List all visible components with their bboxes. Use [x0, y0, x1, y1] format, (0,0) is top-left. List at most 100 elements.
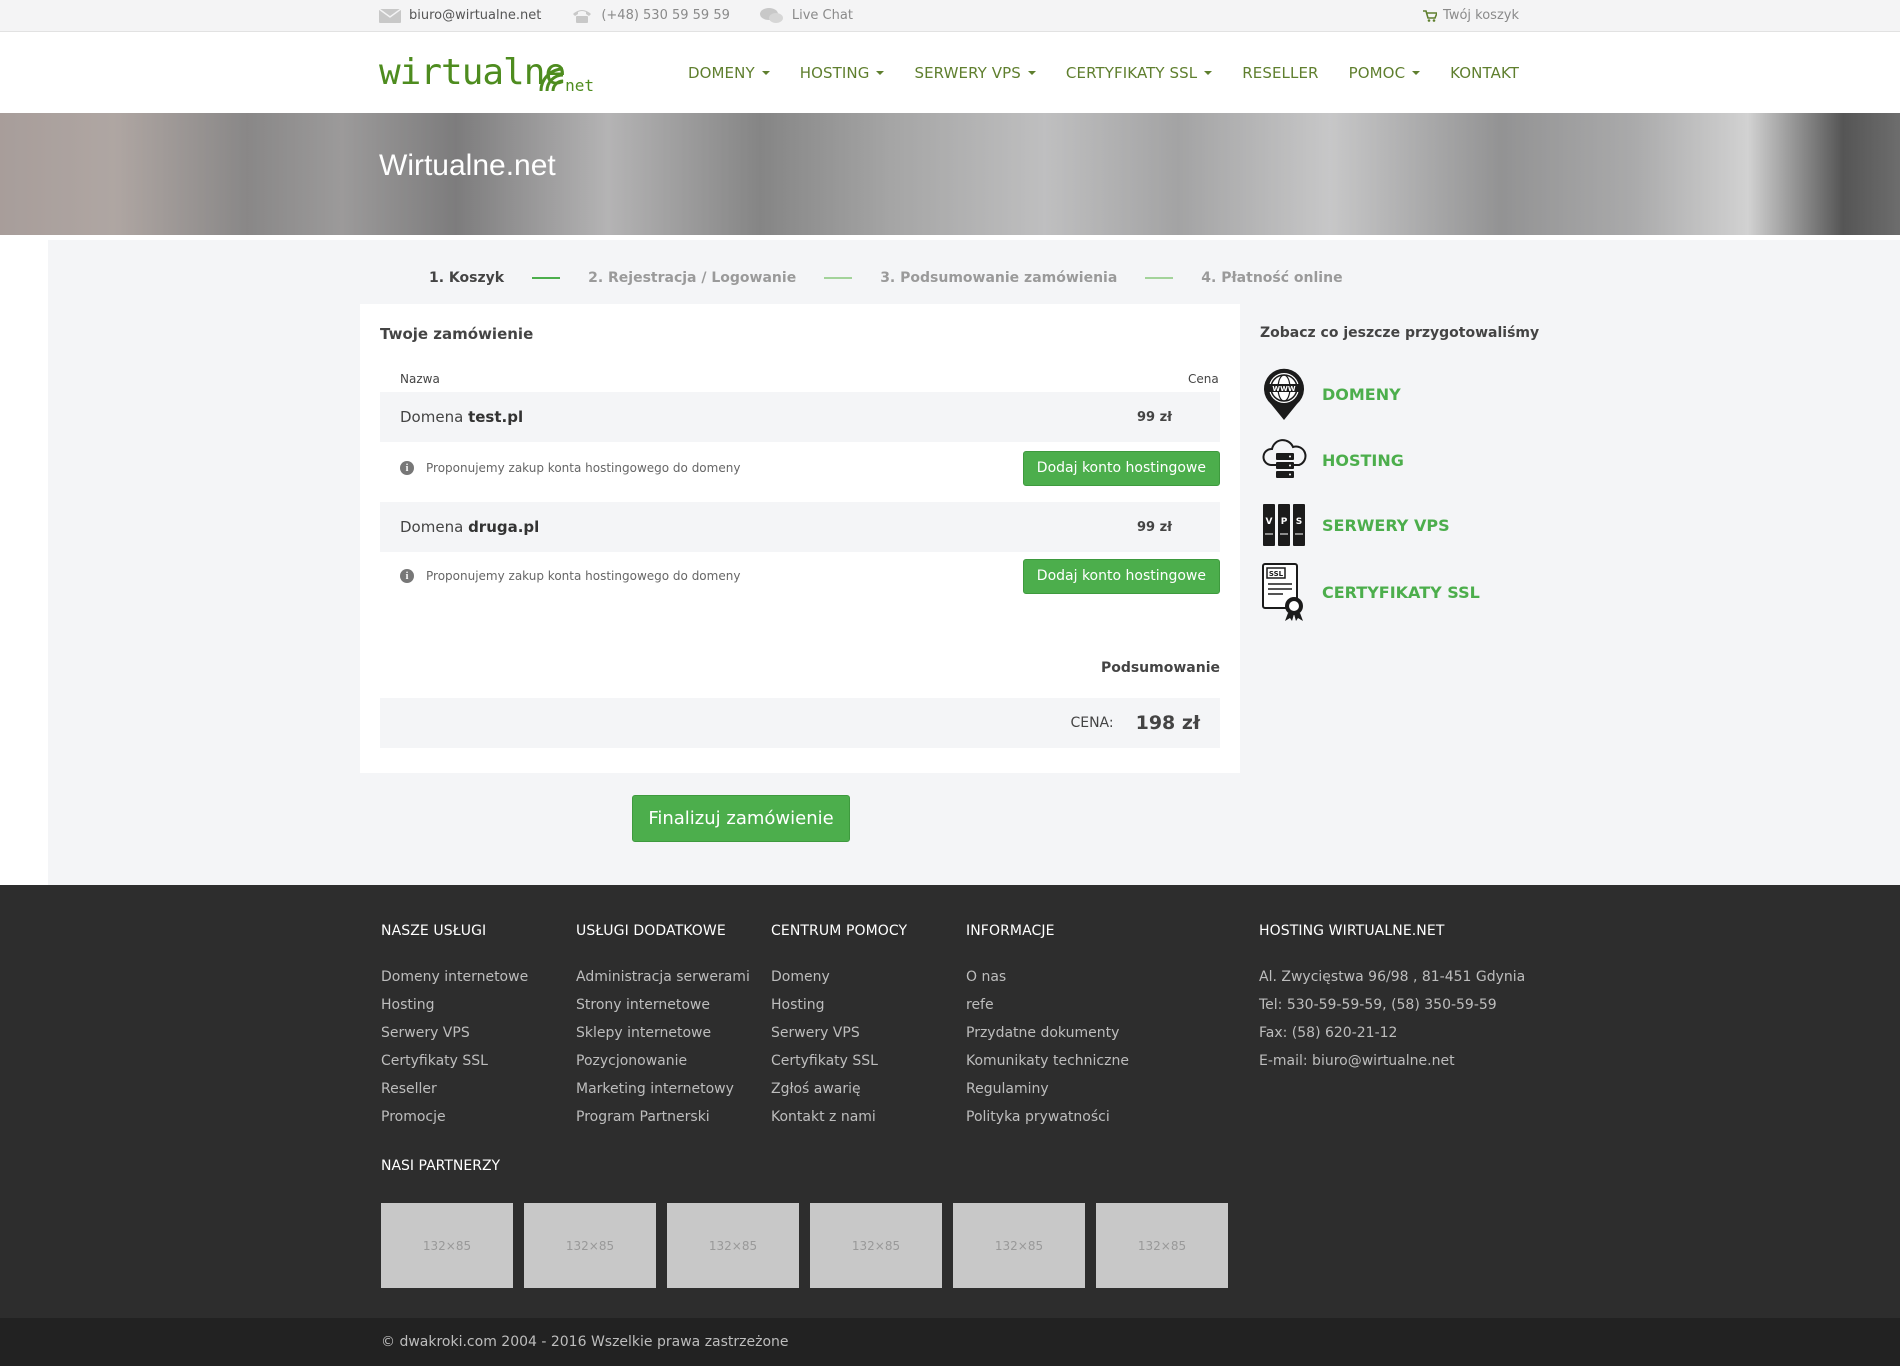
order-row: Domena druga.pl 99 zł [380, 502, 1220, 552]
svg-text:S: S [1296, 517, 1302, 527]
footer-link[interactable]: Pozycjonowanie [576, 1047, 750, 1075]
item-domain: druga.pl [468, 518, 540, 536]
top-bar: biuro@wirtualne.net (+48) 530 59 59 59 L… [0, 0, 1900, 32]
email-text: biuro@wirtualne.net [409, 8, 542, 23]
contact-email[interactable]: biuro@wirtualne.net [379, 8, 541, 23]
footer-col-help: CENTRUM POMOCY Domeny Hosting Serwery VP… [771, 923, 907, 1131]
hosting-suggestion: i Proponujemy zakup konta hostingowego d… [380, 554, 1220, 598]
total-label: CENA: [1070, 715, 1114, 731]
svg-text:P: P [1281, 517, 1288, 527]
add-hosting-button[interactable]: Dodaj konto hostingowe [1022, 558, 1220, 594]
live-chat-link[interactable]: Live Chat [759, 7, 853, 25]
partner-logo[interactable]: 132×85 [381, 1203, 513, 1288]
item-prefix: Domena [400, 408, 464, 426]
caret-down-icon [761, 70, 770, 75]
footer-link[interactable]: refe [966, 991, 1129, 1019]
nav-domeny[interactable]: DOMENY [688, 64, 770, 82]
footer-link[interactable]: Polityka prywatności [966, 1103, 1129, 1131]
nav-pomoc[interactable]: POMOC [1349, 64, 1421, 82]
footer-link[interactable]: Program Partnerski [576, 1103, 750, 1131]
footer-col-title: HOSTING WIRTUALNE.NET [1259, 923, 1445, 939]
footer-col-extra-services: USŁUGI DODATKOWE Administracja serwerami… [576, 923, 750, 1131]
page-title: Wirtualne.net [379, 149, 556, 182]
column-header-name: Nazwa [400, 372, 440, 386]
nav-reseller[interactable]: RESELLER [1242, 64, 1318, 82]
summary-label: Podsumowanie [1100, 660, 1220, 676]
suggestion-text: Proponujemy zakup konta hostingowego do … [426, 569, 741, 583]
footer-link[interactable]: O nas [966, 963, 1129, 991]
nav-serwery-vps[interactable]: SERWERY VPS [914, 64, 1036, 82]
step-payment: 4. Płatność online [1201, 270, 1343, 286]
sidebar-label: DOMENY [1322, 384, 1401, 404]
sidebar-label: SERWERY VPS [1322, 515, 1450, 535]
nav-label: HOSTING [799, 63, 870, 82]
caret-down-icon [1027, 70, 1036, 75]
footer-link[interactable]: Promocje [381, 1103, 528, 1131]
nav-kontakt[interactable]: KONTAKT [1450, 64, 1519, 82]
sidebar-item-hosting[interactable]: HOSTING [1260, 434, 1404, 486]
site-logo[interactable]: wirtualne net [379, 52, 594, 95]
partner-logo[interactable]: 132×85 [810, 1203, 942, 1288]
cart-link[interactable]: Twój koszyk [1423, 8, 1519, 23]
order-title: Twoje zamówienie [380, 325, 534, 343]
footer-link[interactable]: Regulaminy [966, 1075, 1129, 1103]
svg-text:V: V [1266, 517, 1273, 527]
partner-logo[interactable]: 132×85 [953, 1203, 1085, 1288]
item-prefix: Domena [400, 518, 464, 536]
logo-net-text: net [565, 76, 594, 95]
footer-link[interactable]: Serwery VPS [381, 1019, 528, 1047]
partners-title: NASI PARTNERZY [381, 1158, 501, 1174]
footer-link[interactable]: Hosting [381, 991, 528, 1019]
sidebar-item-domeny[interactable]: WWW DOMENY [1260, 368, 1401, 420]
footer-link[interactable]: Sklepy internetowe [576, 1019, 750, 1047]
partner-logo[interactable]: 132×85 [524, 1203, 656, 1288]
footer-link[interactable]: Certyfikaty SSL [771, 1047, 907, 1075]
svg-text:SSL: SSL [1269, 570, 1284, 578]
partner-logo[interactable]: 132×85 [1096, 1203, 1228, 1288]
site-header: wirtualne net DOMENY HOSTING SERWERY VPS… [0, 32, 1900, 113]
footer-link[interactable]: Hosting [771, 991, 907, 1019]
add-hosting-button[interactable]: Dodaj konto hostingowe [1022, 450, 1220, 486]
copyright-bar: © dwakroki.com 2004 - 2016 Wszelkie praw… [0, 1318, 1900, 1366]
sidebar-item-serwery-vps[interactable]: VPS SERWERY VPS [1260, 499, 1450, 551]
footer-link[interactable]: Kontakt z nami [771, 1103, 907, 1131]
footer-link[interactable]: Serwery VPS [771, 1019, 907, 1047]
contact-phone[interactable]: (+48) 530 59 59 59 [571, 8, 730, 24]
item-price: 99 zł [1136, 409, 1172, 425]
column-header-price: Cena [1188, 372, 1219, 386]
step-divider [1145, 277, 1174, 279]
footer-link[interactable]: Przydatne dokumenty [966, 1019, 1129, 1047]
footer-link[interactable]: Administracja serwerami [576, 963, 750, 991]
sidebar-item-certyfikaty-ssl[interactable]: SSL CERTYFIKATY SSL [1260, 563, 1480, 621]
chat-text: Live Chat [791, 8, 853, 23]
nav-hosting[interactable]: HOSTING [800, 64, 885, 82]
finalize-order-button[interactable]: Finalizuj zamówienie [632, 795, 850, 842]
copyright-text: © dwakroki.com 2004 - 2016 Wszelkie praw… [381, 1334, 789, 1350]
footer-link[interactable]: Reseller [381, 1075, 528, 1103]
nav-label: POMOC [1348, 63, 1406, 82]
step-divider [824, 277, 853, 279]
footer-email[interactable]: E-mail: biuro@wirtualne.net [1259, 1047, 1525, 1075]
footer-link[interactable]: Strony internetowe [576, 991, 750, 1019]
footer-link[interactable]: Komunikaty techniczne [966, 1047, 1129, 1075]
hero-banner: Wirtualne.net [0, 113, 1900, 235]
nav-label: DOMENY [687, 63, 755, 82]
footer-link[interactable]: Marketing internetowy [576, 1075, 750, 1103]
step-cart: 1. Koszyk [429, 270, 505, 286]
footer-col-title: USŁUGI DODATKOWE [576, 923, 726, 939]
nav-certyfikaty-ssl[interactable]: CERTYFIKATY SSL [1066, 64, 1213, 82]
partner-logo[interactable]: 132×85 [667, 1203, 799, 1288]
item-price: 99 zł [1136, 519, 1172, 535]
step-divider [532, 277, 561, 279]
svg-text:WWW: WWW [1272, 385, 1295, 393]
footer-link[interactable]: Domeny internetowe [381, 963, 528, 991]
phone-icon [573, 9, 592, 23]
order-row: Domena test.pl 99 zł [380, 392, 1220, 442]
site-footer: NASZE USŁUGI Domeny internetowe Hosting … [0, 885, 1900, 1318]
footer-link[interactable]: Zgłoś awarię [771, 1075, 907, 1103]
footer-link[interactable]: Certyfikaty SSL [381, 1047, 528, 1075]
caret-down-icon [1204, 70, 1213, 75]
footer-link[interactable]: Domeny [771, 963, 907, 991]
footer-col-title: NASZE USŁUGI [381, 923, 487, 939]
footer-phone: Tel: 530-59-59-59, (58) 350-59-59 [1259, 997, 1497, 1013]
